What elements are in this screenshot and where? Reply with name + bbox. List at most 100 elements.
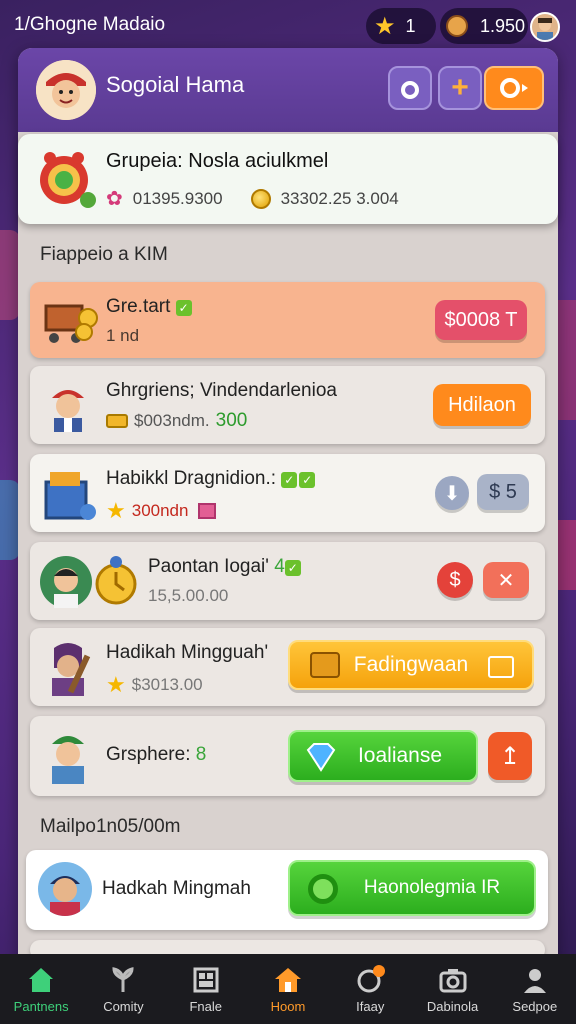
star-icon: ★: [106, 498, 126, 523]
panel-header: Sogoial Hama +: [18, 48, 558, 132]
stars-counter[interactable]: ★ 1: [366, 8, 436, 44]
section-heading: Mailpo1n05/00m: [40, 816, 181, 837]
lock-icon: [401, 81, 419, 99]
item-sub: 15,5.00.00: [148, 586, 229, 605]
item-sub: $003ndm. 300: [106, 410, 247, 432]
confirm-label: Haonolegmia IR: [363, 877, 501, 898]
add-button[interactable]: +: [438, 66, 482, 110]
price-button[interactable]: $ 5: [477, 474, 529, 510]
nav-item-sedpoe[interactable]: Sedpoe: [494, 954, 576, 1024]
collect-label: Fadingwaan: [353, 653, 469, 676]
player-avatar[interactable]: [36, 60, 96, 120]
flower-icon: ✿: [106, 188, 123, 210]
clock-coin-icon: [94, 552, 140, 608]
nav-item-ifaay[interactable]: Ifaay: [329, 954, 411, 1024]
house-icon: [274, 967, 301, 992]
balance-label: Ioalianse: [357, 744, 443, 767]
status-bar: 1/Ghogne Madaio ★ 1 1.950: [0, 0, 576, 50]
grid-icon: [488, 656, 514, 678]
coin-icon: [250, 188, 271, 209]
download-button[interactable]: ⬇: [435, 476, 469, 510]
balance-button[interactable]: Ioalianse: [288, 730, 478, 782]
check-icon: ✓: [284, 560, 301, 576]
camera-icon: [439, 968, 467, 992]
check-icon: ✓: [281, 472, 298, 488]
chat-icon: [357, 964, 386, 992]
camera-button[interactable]: [484, 66, 544, 110]
item-name: Hadikah Mingguah': [106, 642, 269, 663]
item-name: Ghrgriens; Vindendarlenioa: [106, 380, 337, 401]
star-icon: ★: [106, 672, 126, 697]
close-button[interactable]: ✕: [483, 562, 529, 598]
character-avatar: [40, 638, 96, 698]
nav-item-pantnens[interactable]: Pantnens: [0, 954, 82, 1024]
featured-title: Grupeia: Nosla aciulkmel: [106, 150, 329, 172]
background-decoration: [0, 480, 20, 560]
lock-button[interactable]: [388, 66, 432, 110]
check-icon: ✓: [299, 472, 316, 488]
item-sub: 1 nd: [106, 326, 140, 345]
grid-icon: [193, 967, 219, 992]
check-icon: ✓: [175, 300, 192, 316]
circle-icon: [308, 874, 338, 904]
item-name: Gre.tart ✓: [106, 296, 192, 318]
profile-icon: [523, 968, 546, 993]
upgrade-button[interactable]: ↥: [488, 732, 532, 780]
list-item[interactable]: Paontan Iogai' 4 ✓ 15,5.00.00 $ ✕: [30, 542, 545, 620]
diamond-icon: [306, 743, 336, 772]
nav-item-fnale[interactable]: Fnale: [165, 954, 247, 1024]
item-sub: ★ $3013.00: [106, 672, 203, 697]
nav-item-comity[interactable]: Comity: [82, 954, 164, 1024]
character-avatar: [40, 378, 96, 434]
buy-button[interactable]: $0008 T: [435, 300, 527, 340]
arrow-up-icon: ↥: [499, 742, 521, 770]
collect-button[interactable]: Fadingwaan: [288, 640, 534, 690]
action-button[interactable]: Hdilaon: [433, 384, 531, 426]
window-title: 1/Ghogne Madaio: [14, 14, 166, 35]
ring-arrow-icon: [500, 78, 528, 98]
list-item[interactable]: Gre.tart ✓ 1 nd $0008 T: [30, 282, 545, 358]
list-item[interactable]: Hadkah Mingmah Haonolegmia IR: [26, 850, 548, 930]
character-avatar: [38, 862, 92, 916]
gold-counter[interactable]: 1.950: [440, 8, 528, 44]
item-name: Hadkah Mingmah: [102, 878, 251, 899]
featured-card[interactable]: Grupeia: Nosla aciulkmel ✿ 01395.9300 33…: [18, 134, 558, 224]
item-name: Grsphere: 8: [106, 744, 207, 765]
character-avatar: [40, 726, 96, 786]
list-item[interactable]: Hadikah Mingguah' ★ $3013.00 Fadingwaan: [30, 628, 545, 706]
gold-bar-icon: [106, 414, 128, 428]
arrow-down-icon: ⬇: [443, 482, 461, 505]
section-heading: Fiappeio a KIM: [40, 244, 168, 265]
list-item[interactable]: Habikkl Dragnidion.: ✓ ✓ ★ 300ndn ⬇ $ 5: [30, 454, 545, 532]
player-name: Sogoial Hama: [106, 72, 245, 97]
alarm-chest-icon: [34, 146, 98, 210]
coin-bag-icon: [446, 15, 468, 37]
confirm-button[interactable]: Haonolegmia IR: [288, 860, 536, 916]
home-icon: [29, 967, 54, 992]
item-name: Habikkl Dragnidion.: ✓ ✓: [106, 468, 316, 490]
dollar-icon: $: [449, 568, 461, 591]
item-name: Paontan Iogai' 4 ✓: [148, 556, 301, 578]
featured-value-2: 33302.25 3.004: [280, 188, 399, 208]
item-sub: ★ 300ndn: [106, 498, 217, 524]
gift-icon: [198, 503, 217, 519]
stars-value: 1: [405, 15, 416, 36]
plant-icon: [112, 966, 134, 992]
list-item[interactable]: Grsphere: 8 Ioalianse ↥: [30, 716, 545, 796]
character-avatar: [38, 554, 94, 610]
nav-item-dabinola[interactable]: Dabinola: [411, 954, 493, 1024]
chest-icon: [310, 652, 340, 678]
background-decoration: [0, 230, 20, 320]
gift-box-icon: [40, 464, 100, 524]
gold-value: 1.950: [480, 15, 526, 36]
cart-icon: [40, 292, 100, 348]
dollar-button[interactable]: $: [437, 562, 473, 598]
profile-avatar[interactable]: [530, 12, 560, 42]
plus-icon: +: [451, 71, 469, 104]
nav-item-hoom[interactable]: Hoom: [247, 954, 329, 1024]
featured-values: ✿ 01395.9300 33302.25 3.004: [106, 186, 399, 211]
star-icon: ★: [374, 12, 396, 40]
featured-value-1: 01395.9300: [132, 188, 223, 208]
bottom-nav: Pantnens Comity Fnale Hoom Ifaay Dabinol…: [0, 954, 576, 1024]
list-item[interactable]: Ghrgriens; Vindendarlenioa $003ndm. 300 …: [30, 366, 545, 444]
